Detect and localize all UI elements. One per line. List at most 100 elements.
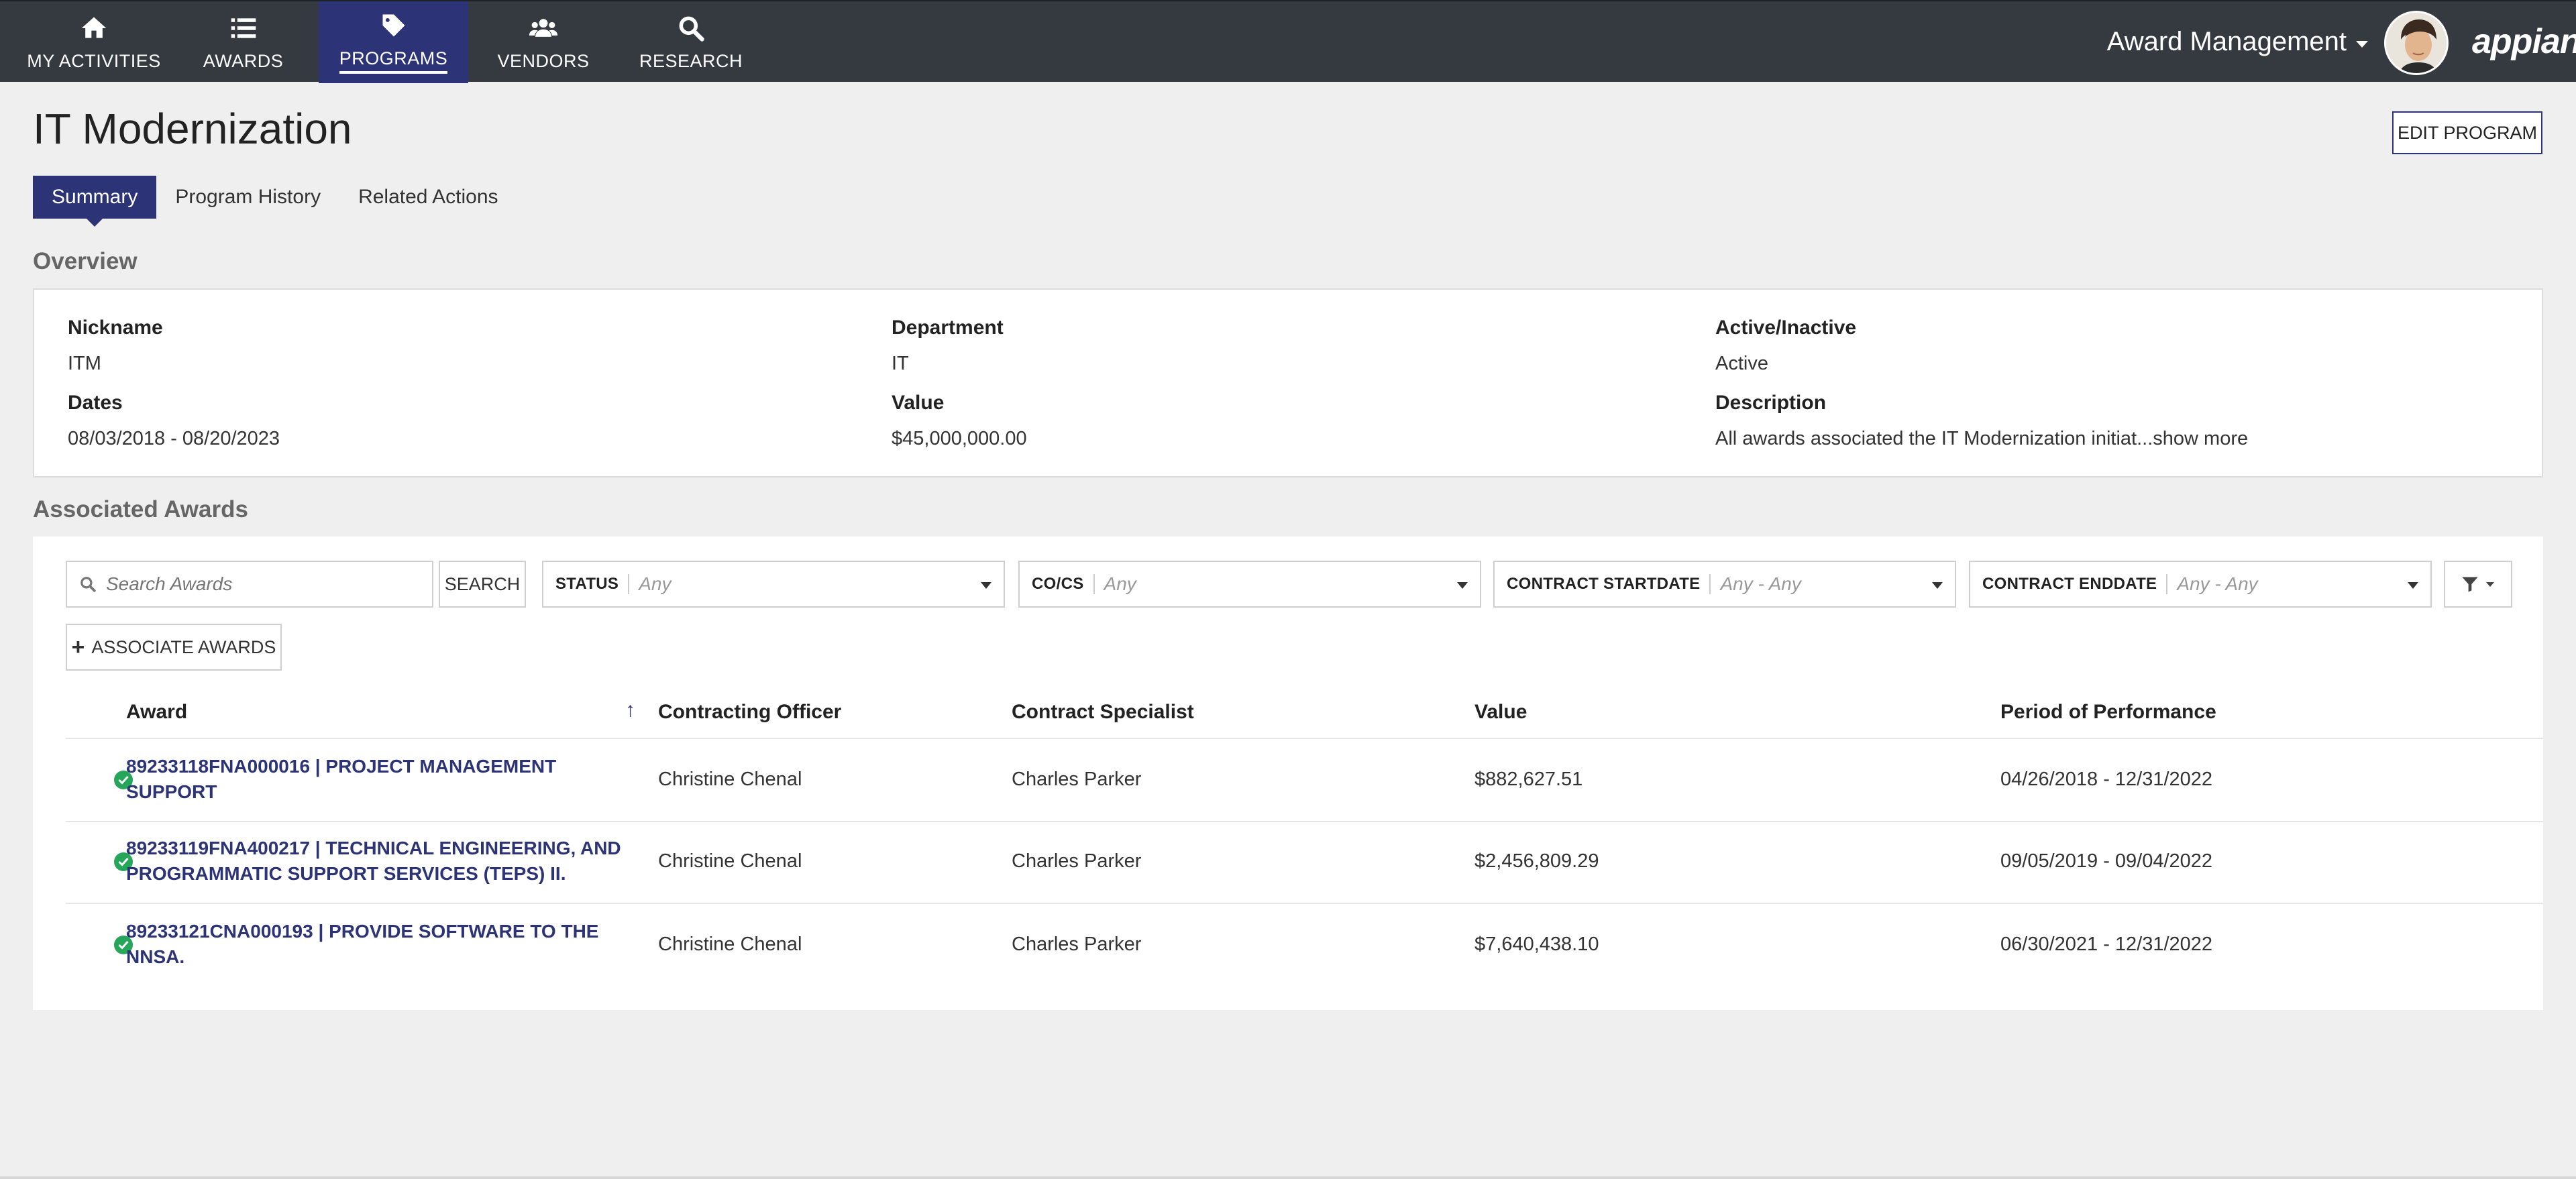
column-header-award[interactable]: Award bbox=[126, 701, 187, 724]
contract-enddate-filter[interactable]: CONTRACT ENDDATE Any - Any bbox=[1969, 561, 2432, 608]
filter-divider bbox=[2166, 574, 2168, 594]
filter-label: CONTRACT ENDDATE bbox=[1982, 575, 2157, 593]
caret-down-icon bbox=[1932, 582, 1943, 589]
list-icon bbox=[231, 17, 256, 38]
column-header-contract-specialist[interactable]: Contract Specialist bbox=[1012, 701, 1194, 724]
contracting-officer-cell: Christine Chenal bbox=[658, 934, 802, 955]
sort-ascending-icon[interactable]: ↑ bbox=[625, 699, 635, 722]
table-row: 89233118FNA000016 | PROJECT MANAGEMENT S… bbox=[66, 739, 2543, 821]
caret-down-icon bbox=[981, 582, 991, 589]
nav-label: AWARDS bbox=[203, 50, 284, 71]
status-filter[interactable]: STATUS Any bbox=[542, 561, 1005, 608]
filter-label: CO/CS bbox=[1032, 575, 1084, 593]
caret-down-icon bbox=[1457, 582, 1468, 589]
search-icon bbox=[679, 16, 704, 42]
column-header-value[interactable]: Value bbox=[1474, 701, 1527, 724]
active-label: Active/Inactive bbox=[1715, 317, 1857, 339]
filter-value: Any bbox=[1104, 573, 1136, 594]
contracting-officer-cell: Christine Chenal bbox=[658, 769, 802, 790]
filter-funnel-icon bbox=[2462, 577, 2478, 592]
nav-item-vendors[interactable]: VENDORS bbox=[490, 1, 597, 83]
column-header-contracting-officer[interactable]: Contracting Officer bbox=[658, 701, 841, 724]
department-value: IT bbox=[892, 353, 909, 374]
avatar[interactable] bbox=[2384, 11, 2449, 75]
app-switcher[interactable]: Award Management bbox=[2107, 27, 2368, 57]
table-row: 89233119FNA400217 | TECHNICAL ENGINEERIN… bbox=[66, 822, 2543, 904]
tab-program-history[interactable]: Program History bbox=[156, 176, 339, 219]
nav-item-programs[interactable]: PROGRAMS bbox=[319, 1, 468, 83]
search-icon bbox=[80, 577, 96, 592]
associate-awards-label: ASSOCIATE AWARDS bbox=[91, 636, 276, 657]
people-icon bbox=[529, 18, 558, 37]
contracting-officer-cell: Christine Chenal bbox=[658, 850, 802, 872]
nickname-value: ITM bbox=[68, 353, 101, 374]
column-header-period-of-performance[interactable]: Period of Performance bbox=[2000, 701, 2216, 724]
active-field: Active/Inactive Active bbox=[1715, 317, 1856, 375]
nav-item-awards[interactable]: AWARDS bbox=[184, 1, 302, 83]
description-text: All awards associated the IT Modernizati… bbox=[1715, 428, 2153, 449]
value-field: Value $45,000,000.00 bbox=[892, 392, 1027, 450]
bottom-scroll-strip bbox=[0, 1176, 2576, 1179]
contract-startdate-filter[interactable]: CONTRACT STARTDATE Any - Any bbox=[1493, 561, 1956, 608]
more-filters-button[interactable] bbox=[2444, 561, 2512, 608]
page-title: IT Modernization bbox=[33, 105, 352, 153]
nav-label: MY ACTIVITIES bbox=[27, 50, 161, 71]
value-cell: $882,627.51 bbox=[1474, 769, 1583, 790]
table-row: 89233121CNA000193 | PROVIDE SOFTWARE TO … bbox=[66, 904, 2543, 986]
associated-awards-panel: SEARCH STATUS Any CO/CS Any CONTRACT STA… bbox=[33, 537, 2543, 1010]
period-cell: 04/26/2018 - 12/31/2022 bbox=[2000, 769, 2213, 790]
period-cell: 06/30/2021 - 12/31/2022 bbox=[2000, 934, 2213, 955]
filter-value: Any - Any bbox=[2177, 573, 2258, 594]
award-link[interactable]: 89233118FNA000016 | PROJECT MANAGEMENT S… bbox=[126, 754, 636, 805]
nav-item-my-activities[interactable]: MY ACTIVITIES bbox=[20, 1, 168, 83]
appian-logo: appian bbox=[2472, 22, 2576, 61]
period-cell: 09/05/2019 - 09/04/2022 bbox=[2000, 850, 2213, 872]
contract-specialist-cell: Charles Parker bbox=[1012, 850, 1142, 872]
top-nav-bar: MY ACTIVITIES AWARDS PROGRAMS VENDORS RE… bbox=[0, 0, 2576, 83]
associate-awards-button[interactable]: + ASSOCIATE AWARDS bbox=[66, 624, 282, 671]
value-label: Value bbox=[892, 392, 945, 414]
value-cell: $2,456,809.29 bbox=[1474, 850, 1599, 872]
co-cs-filter[interactable]: CO/CS Any bbox=[1018, 561, 1481, 608]
search-awards-input[interactable] bbox=[106, 573, 421, 595]
contract-specialist-cell: Charles Parker bbox=[1012, 934, 1142, 955]
dates-field: Dates 08/03/2018 - 08/20/2023 bbox=[68, 392, 280, 450]
active-value: Active bbox=[1715, 353, 1768, 374]
contract-specialist-cell: Charles Parker bbox=[1012, 769, 1142, 790]
department-field: Department IT bbox=[892, 317, 1004, 375]
tab-summary[interactable]: Summary bbox=[33, 176, 157, 227]
overview-section-title: Overview bbox=[33, 248, 138, 274]
plus-icon: + bbox=[71, 634, 85, 660]
nav-item-research[interactable]: RESEARCH bbox=[631, 1, 751, 83]
description-value: All awards associated the IT Modernizati… bbox=[1715, 428, 2248, 450]
caret-down-icon bbox=[2486, 582, 2494, 587]
user-photo-icon bbox=[2386, 13, 2447, 73]
associated-awards-section-title: Associated Awards bbox=[33, 496, 248, 522]
caret-down-icon bbox=[2356, 40, 2368, 48]
dates-label: Dates bbox=[68, 392, 123, 414]
show-more-link[interactable]: show more bbox=[2153, 428, 2248, 449]
edit-program-button[interactable]: EDIT PROGRAM bbox=[2392, 111, 2542, 154]
description-label: Description bbox=[1715, 392, 1827, 414]
filter-value: Any bbox=[639, 573, 672, 594]
award-link[interactable]: 89233119FNA400217 | TECHNICAL ENGINEERIN… bbox=[126, 836, 636, 887]
filter-divider bbox=[1093, 574, 1095, 594]
filter-label: CONTRACT STARTDATE bbox=[1507, 575, 1701, 593]
tab-related-actions[interactable]: Related Actions bbox=[339, 176, 517, 219]
home-icon bbox=[81, 17, 107, 38]
nickname-label: Nickname bbox=[68, 317, 163, 339]
value-value: $45,000,000.00 bbox=[892, 428, 1027, 449]
app-name: Award Management bbox=[2106, 27, 2347, 56]
department-label: Department bbox=[892, 317, 1004, 339]
filter-label: STATUS bbox=[555, 575, 619, 593]
dates-value: 08/03/2018 - 08/20/2023 bbox=[68, 428, 280, 449]
overview-card: Nickname ITM Dates 08/03/2018 - 08/20/20… bbox=[33, 288, 2543, 478]
filter-divider bbox=[1709, 574, 1711, 594]
tab-bar: Summary Program History Related Actions bbox=[33, 176, 517, 227]
nav-label: PROGRAMS bbox=[339, 48, 448, 74]
award-link[interactable]: 89233121CNA000193 | PROVIDE SOFTWARE TO … bbox=[126, 919, 636, 970]
search-button[interactable]: SEARCH bbox=[439, 561, 526, 608]
caret-down-icon bbox=[2408, 582, 2418, 589]
value-cell: $7,640,438.10 bbox=[1474, 934, 1599, 955]
nav-label: VENDORS bbox=[497, 50, 590, 71]
